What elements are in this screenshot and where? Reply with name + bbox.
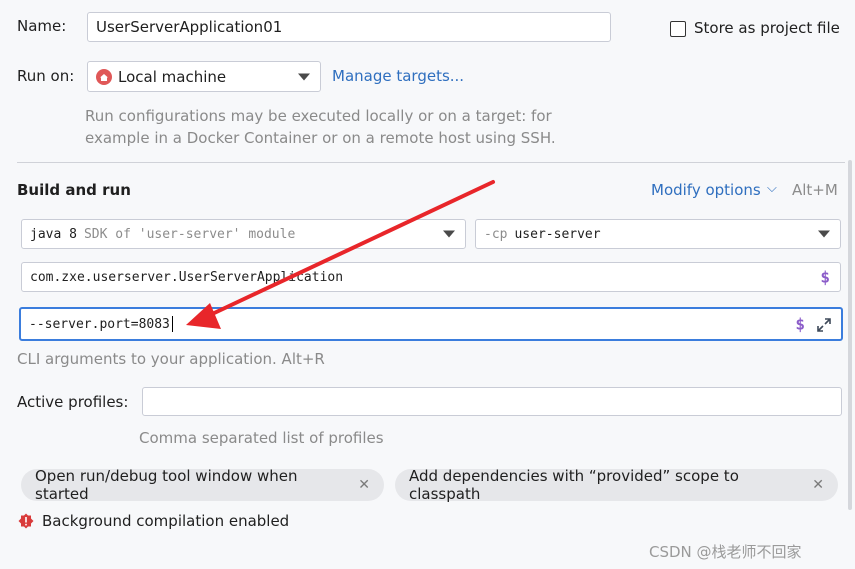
macro-icon[interactable]: $ bbox=[795, 315, 805, 334]
background-compilation-status: Background compilation enabled bbox=[42, 512, 290, 530]
active-profiles-input[interactable] bbox=[142, 387, 842, 416]
run-on-description-1: Run configurations may be executed local… bbox=[85, 107, 552, 125]
chip-label: Open run/debug tool window when started bbox=[35, 467, 298, 503]
main-class-input[interactable]: com.zxe.userserver.UserServerApplication… bbox=[21, 262, 841, 292]
run-on-select[interactable]: Local machine bbox=[87, 61, 321, 92]
run-on-description-2: example in a Docker Container or on a re… bbox=[85, 129, 556, 147]
modify-options-link[interactable]: Modify options bbox=[651, 181, 761, 199]
watermark: CSDN @栈老师不回家 bbox=[649, 543, 802, 561]
expand-icon[interactable] bbox=[816, 317, 832, 333]
program-arguments-hint: CLI arguments to your application. Alt+R bbox=[17, 350, 325, 368]
chevron-down-icon bbox=[443, 230, 455, 238]
classpath-module-value: user-server bbox=[514, 226, 601, 242]
name-label: Name: bbox=[17, 17, 67, 35]
name-input[interactable]: UserServerApplication01 bbox=[87, 12, 611, 42]
active-profiles-label: Active profiles: bbox=[17, 393, 129, 411]
classpath-module-select[interactable]: -cp user-server bbox=[475, 219, 841, 249]
jre-select[interactable]: java 8 SDK of 'user-server' module bbox=[21, 219, 466, 249]
close-icon[interactable]: ✕ bbox=[358, 477, 370, 493]
chip-label: Add dependencies with “provided” scope t… bbox=[409, 467, 739, 503]
section-divider bbox=[17, 162, 845, 163]
chevron-down-icon bbox=[818, 230, 830, 238]
program-arguments-value: --server.port=8083 bbox=[29, 316, 170, 332]
scrollbar[interactable] bbox=[848, 160, 852, 510]
main-class-value: com.zxe.userserver.UserServerApplication bbox=[30, 269, 344, 285]
name-value: UserServerApplication01 bbox=[96, 18, 283, 36]
run-on-label: Run on: bbox=[17, 67, 75, 85]
active-profiles-hint: Comma separated list of profiles bbox=[139, 429, 384, 447]
run-on-value: Local machine bbox=[118, 67, 227, 86]
program-arguments-input[interactable]: --server.port=8083 $ bbox=[19, 307, 843, 341]
text-cursor bbox=[171, 316, 173, 332]
jre-description: SDK of 'user-server' module bbox=[83, 226, 296, 242]
chevron-down-icon: ⌵ bbox=[767, 181, 777, 196]
home-icon bbox=[96, 68, 112, 85]
chip-add-provided-dependencies[interactable]: Add dependencies with “provided” scope t… bbox=[395, 467, 838, 503]
macro-icon[interactable]: $ bbox=[820, 268, 830, 287]
warning-icon bbox=[18, 513, 34, 529]
store-project-file-checkbox[interactable] bbox=[670, 21, 686, 37]
jre-version: java 8 bbox=[30, 226, 77, 242]
modify-options-shortcut: Alt+M bbox=[792, 181, 838, 199]
close-icon[interactable]: ✕ bbox=[812, 477, 824, 493]
manage-targets-link[interactable]: Manage targets... bbox=[332, 67, 464, 85]
chevron-down-icon bbox=[298, 73, 310, 80]
chip-open-tool-window[interactable]: Open run/debug tool window when started … bbox=[21, 467, 384, 503]
build-and-run-title: Build and run bbox=[17, 181, 131, 199]
store-project-file-label: Store as project file bbox=[694, 19, 840, 37]
classpath-flag: -cp bbox=[484, 226, 508, 242]
